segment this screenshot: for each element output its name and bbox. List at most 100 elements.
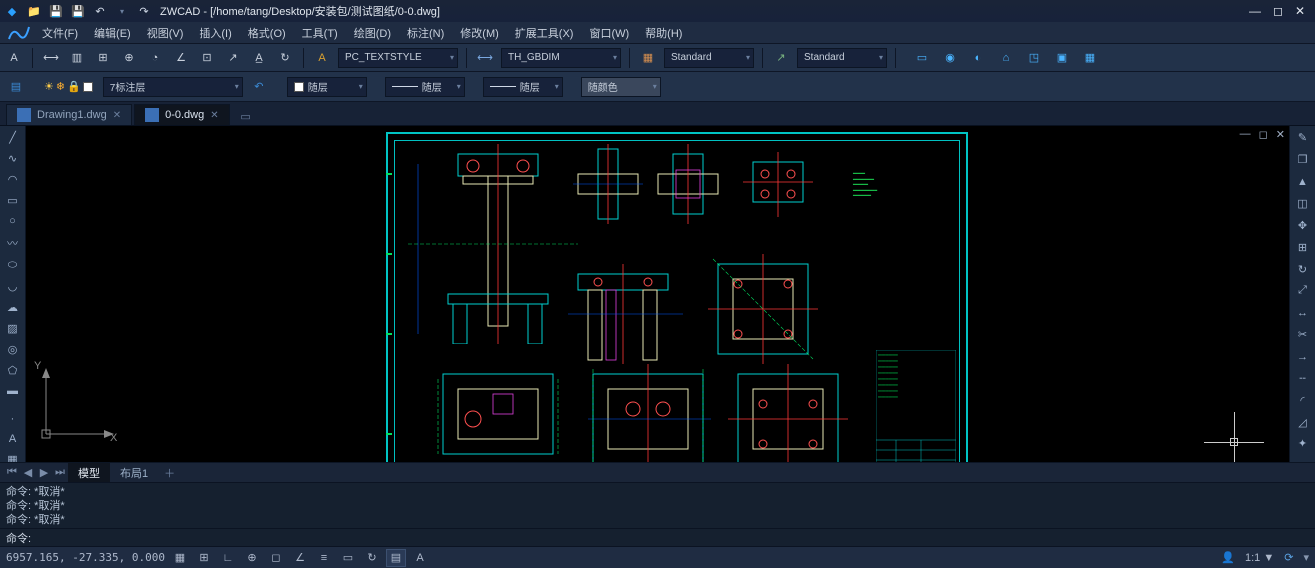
fillet-tool-icon[interactable]: ◜ [1293,392,1313,408]
viewport-restore-icon[interactable]: ◻ [1259,128,1268,141]
dim-text-icon[interactable]: A̲ [249,48,269,68]
rectangle-tool-icon[interactable]: ▭ [3,193,23,208]
move-tool-icon[interactable]: ✥ [1293,217,1313,233]
anno-auto-icon[interactable]: ⟳ [1284,551,1293,564]
spline-tool-icon[interactable]: 〰 [3,234,23,252]
explode-tool-icon[interactable]: ✦ [1293,436,1313,452]
mleaderstyle-dropdown[interactable]: Standard▾ [797,48,887,68]
tab-drawing1[interactable]: Drawing1.dwg ✕ [6,104,132,125]
layout-first-icon[interactable]: ⏮ [4,466,20,479]
offset-tool-icon[interactable]: ◫ [1293,196,1313,212]
anno-toggle-icon[interactable]: A [410,549,430,567]
customize-status-icon[interactable]: ▾ [1303,551,1309,564]
arc-tool-icon[interactable]: ◠ [3,172,23,187]
osnap-toggle-icon[interactable]: ◻ [266,549,286,567]
dim-tol-icon[interactable]: ⊡ [197,48,217,68]
3d-orbit-icon[interactable]: ◉ [940,48,960,68]
layout-last-icon[interactable]: ⏭ [52,466,68,479]
ucs-icon[interactable]: ⌂ [996,48,1016,68]
plotstyle-dropdown[interactable]: 随颜色▾ [581,77,661,97]
array-tool-icon[interactable]: ⊞ [1293,239,1313,255]
layer-prev-icon[interactable]: ↶ [249,77,269,97]
menu-tools[interactable]: 工具(T) [294,22,346,44]
tablestyle-dropdown[interactable]: Standard▾ [664,48,754,68]
qat-open-icon[interactable]: 📁 [26,3,42,19]
tab-close-icon[interactable]: ✕ [210,110,218,121]
restore-button[interactable]: ◻ [1273,4,1283,18]
break-tool-icon[interactable]: ╌ [1293,370,1313,386]
dimstyle-dropdown[interactable]: TH_GBDIM▾ [501,48,621,68]
dim-continue-icon[interactable]: ⊞ [93,48,113,68]
dim-oblique-icon[interactable]: ↗ [223,48,243,68]
viewport-close-icon[interactable]: ✕ [1276,128,1285,141]
dim-center-icon[interactable]: ⊕ [119,48,139,68]
erase-tool-icon[interactable]: ✎ [1293,130,1313,146]
view-tool-icon[interactable]: ▦ [1080,48,1100,68]
zoom-extents-icon[interactable]: ▭ [912,48,932,68]
menu-express[interactable]: 扩展工具(X) [507,22,582,44]
stretch-tool-icon[interactable]: ↔ [1293,305,1313,321]
anno-scale[interactable]: 1:1 ▼ [1245,552,1274,564]
drawing-canvas[interactable]: — ◻ ✕ [26,126,1289,462]
copy-tool-icon[interactable]: ❐ [1293,152,1313,168]
qat-save-icon[interactable]: 💾 [48,3,64,19]
textstyle-manager-icon[interactable]: A [312,48,332,68]
color-dropdown[interactable]: 随层▾ [287,77,367,97]
model-toggle-icon[interactable]: ▤ [386,549,406,567]
dyn-toggle-icon[interactable]: ▭ [338,549,358,567]
dim-angular-icon[interactable]: ∠ [171,48,191,68]
trim-tool-icon[interactable]: ✂ [1293,327,1313,343]
lwt-toggle-icon[interactable]: ≡ [314,549,334,567]
menu-file[interactable]: 文件(F) [34,22,86,44]
chamfer-tool-icon[interactable]: ◿ [1293,414,1313,430]
polyline-tool-icon[interactable]: ∿ [3,151,23,166]
tablestyle-manager-icon[interactable]: ▦ [638,48,658,68]
blank-tool-icon[interactable] [3,404,23,406]
tab-new-icon[interactable]: ▭ [236,107,256,125]
layer-lock-icon[interactable]: 🔒 [67,80,81,93]
dim-baseline-icon[interactable]: ▥ [67,48,87,68]
ortho-toggle-icon[interactable]: ∟ [218,549,238,567]
layout-add-icon[interactable]: ＋ [158,463,181,483]
qat-saveall-icon[interactable]: 💾 [70,3,86,19]
ellipse-arc-tool-icon[interactable]: ◡ [3,279,23,294]
polar-toggle-icon[interactable]: ⊕ [242,549,262,567]
dimstyle-manager-icon[interactable]: ⟷ [475,48,495,68]
cycle-toggle-icon[interactable]: ↻ [362,549,382,567]
scale-tool-icon[interactable]: ⤢ [1293,283,1313,299]
menu-edit[interactable]: 编辑(E) [86,22,139,44]
menu-insert[interactable]: 插入(I) [191,22,239,44]
circle-tool-icon[interactable]: ○ [3,214,23,228]
mleaderstyle-manager-icon[interactable]: ↗ [771,48,791,68]
menu-window[interactable]: 窗口(W) [581,22,637,44]
layout-prev-icon[interactable]: ◀ [20,466,36,479]
otrack-toggle-icon[interactable]: ∠ [290,549,310,567]
minimize-button[interactable]: — [1249,4,1261,18]
layer-freeze-icon[interactable]: ❄ [56,80,65,93]
snap-toggle-icon[interactable]: ⊞ [194,549,214,567]
qat-undo-icon[interactable]: ↶ [92,3,108,19]
nav-icon[interactable]: ▣ [1052,48,1072,68]
textstyle-dropdown[interactable]: PC_TEXTSTYLE▾ [338,48,458,68]
menu-modify[interactable]: 修改(M) [452,22,507,44]
dim-radius-icon[interactable]: ◔ [145,48,165,68]
rotate-tool-icon[interactable]: ↻ [1293,261,1313,277]
menu-help[interactable]: 帮助(H) [637,22,690,44]
linetype-dropdown[interactable]: 随层▾ [385,77,465,97]
coordinate-readout[interactable]: 6957.165, -27.335, 0.000 [6,551,166,564]
app-logo[interactable] [4,23,34,43]
menu-dimension[interactable]: 标注(N) [399,22,452,44]
mirror-tool-icon[interactable]: ▲ [1293,174,1313,190]
cloud-tool-icon[interactable]: ☁ [3,300,23,315]
line-tool-icon[interactable]: ╱ [3,130,23,145]
tab-0-0[interactable]: 0-0.dwg ✕ [134,104,230,125]
text-tool-icon[interactable]: A [3,432,23,446]
layer-color-swatch[interactable] [83,82,93,92]
ellipse-tool-icon[interactable]: ⬭ [3,258,23,273]
menu-format[interactable]: 格式(O) [240,22,294,44]
visual-style-icon[interactable]: ◐ [968,48,988,68]
menu-draw[interactable]: 绘图(D) [346,22,399,44]
tab-close-icon[interactable]: ✕ [113,110,121,121]
anno-person-icon[interactable]: 👤 [1221,551,1235,564]
layout-tab-layout1[interactable]: 布局1 [110,463,158,483]
